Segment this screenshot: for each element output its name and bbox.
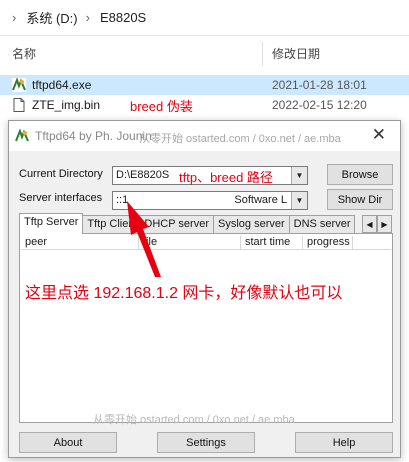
watermark-bottom: 从零开始 ostarted.com / 0xo.net / ae.mba <box>93 414 295 426</box>
breadcrumb-folder[interactable]: E8820S <box>100 10 146 25</box>
column-divider[interactable] <box>262 42 263 66</box>
chevron-right-icon[interactable]: › <box>12 10 16 25</box>
file-name: ZTE_img.bin <box>32 98 101 112</box>
show-dir-button[interactable]: Show Dir <box>327 189 393 210</box>
file-date: 2022-02-15 12:20 <box>272 98 367 112</box>
transfer-list[interactable]: peer file start time progress <box>19 233 393 423</box>
file-date: 2021-01-28 18:01 <box>272 78 367 92</box>
tab-syslog-server[interactable]: Syslog server <box>213 215 290 234</box>
column-header: 名称 修改日期 <box>0 36 409 70</box>
tftpd-window: Tftpd64 by Ph. Jounin 从零开始 ostarted.com … <box>8 120 401 458</box>
file-row-zte-img[interactable]: ZTE_img.bin breed 伪装 2022-02-15 12:20 <box>0 95 409 115</box>
about-button[interactable]: About <box>19 432 117 453</box>
tftpd-app-icon <box>15 129 29 142</box>
browse-button[interactable]: Browse <box>327 164 393 185</box>
tab-scroll-right-icon[interactable]: ▶ <box>377 215 392 233</box>
tab-strip: Tftp Server Tftp Client DHCP server Sysl… <box>19 213 356 234</box>
column-modified[interactable]: 修改日期 <box>272 45 320 62</box>
current-directory-label: Current Directory <box>19 168 103 180</box>
server-interfaces-desc: Software L <box>234 194 287 206</box>
chevron-down-icon[interactable]: ▼ <box>291 192 307 209</box>
breadcrumb: › 系统 (D:) › E8820S <box>0 0 409 36</box>
col-start-time[interactable]: start time <box>241 236 303 250</box>
annotation-breed-disguise: breed 伪装 <box>130 98 193 114</box>
tab-dns-server[interactable]: DNS server <box>288 215 356 234</box>
title-bar[interactable]: Tftpd64 by Ph. Jounin 从零开始 ostarted.com … <box>9 121 400 151</box>
chevron-right-icon[interactable]: › <box>86 10 90 25</box>
breadcrumb-drive[interactable]: 系统 (D:) <box>26 8 77 27</box>
transfer-list-header: peer file start time progress <box>21 236 391 250</box>
col-progress[interactable]: progress <box>303 236 353 250</box>
annotation-path: tftp、breed 路径 <box>179 170 273 185</box>
file-name: tftpd64.exe <box>32 78 92 92</box>
watermark-top: 从零开始 ostarted.com / 0xo.net / ae.mba <box>139 133 341 145</box>
arrow-annotation-icon <box>127 201 161 277</box>
chevron-down-icon[interactable]: ▼ <box>291 167 307 184</box>
annotation-choose-interface: 这里点选 192.168.1.2 网卡，好像默认也可以 <box>25 285 343 302</box>
tab-tftp-server[interactable]: Tftp Server <box>19 213 84 234</box>
tftpd-app-icon <box>12 78 26 92</box>
file-icon <box>13 98 25 112</box>
settings-button[interactable]: Settings <box>157 432 255 453</box>
file-row-tftpd[interactable]: tftpd64.exe 2021-01-28 18:01 <box>0 75 409 95</box>
column-name[interactable]: 名称 <box>12 45 36 62</box>
close-icon[interactable]: ✕ <box>372 125 386 145</box>
help-button[interactable]: Help <box>295 432 393 453</box>
window-title: Tftpd64 by Ph. Jounin <box>35 129 152 143</box>
tab-scroll-left-icon[interactable]: ◀ <box>362 215 377 233</box>
current-directory-value: D:\E8820S <box>116 169 170 181</box>
server-interfaces-label: Server interfaces <box>19 192 103 204</box>
